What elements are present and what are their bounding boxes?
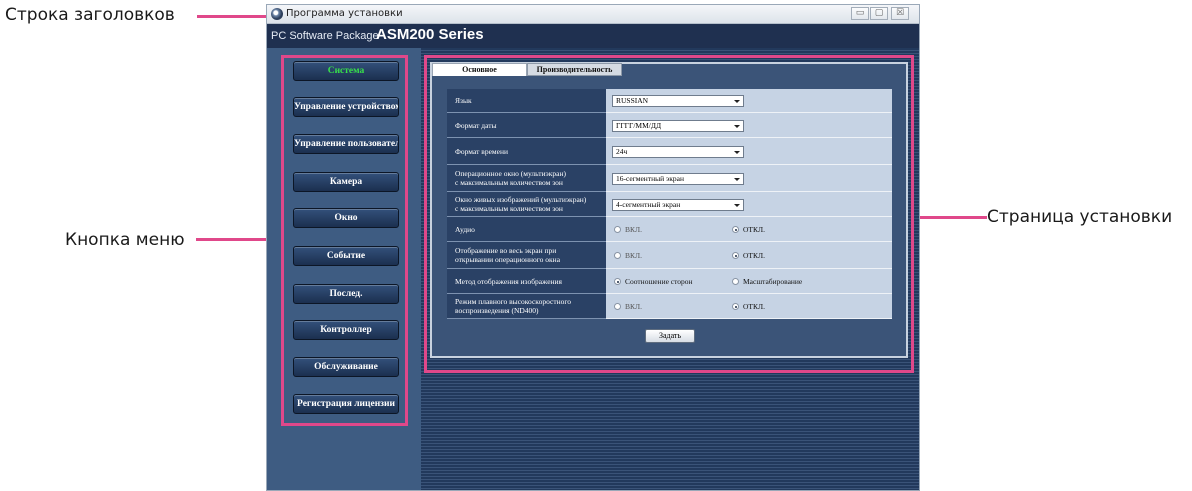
chevron-down-icon — [734, 178, 740, 181]
callout-line-title — [197, 15, 267, 18]
fullscreen-label: Отображение во весь экран при открывании … — [447, 242, 606, 269]
menu-button-window[interactable]: Окно — [293, 208, 399, 228]
callout-title-bar: Строка заголовков — [5, 5, 175, 25]
language-select[interactable]: RUSSIAN — [612, 95, 744, 107]
time-format-select[interactable]: 24ч — [612, 146, 744, 158]
minimize-button[interactable]: ▭ — [851, 7, 869, 20]
fullscreen-off-radio[interactable]: ОТКЛ. — [732, 251, 765, 260]
menu-button-controller[interactable]: Контроллер — [293, 320, 399, 340]
row-live-window: Окно живых изображений (мультиэкран) с ма… — [447, 192, 892, 217]
app-icon — [271, 8, 283, 20]
row-smooth-playback: Режим плавного высокоскоростного воспроиз… — [447, 294, 892, 319]
smooth-playback-label: Режим плавного высокоскоростного воспроиз… — [447, 294, 606, 319]
date-format-label: Формат даты — [447, 113, 606, 138]
row-date-format: Формат даты ГГГГ/ММ/ДД — [447, 113, 892, 138]
fullscreen-on-radio[interactable]: ВКЛ. — [614, 251, 642, 260]
close-button[interactable]: ☒ — [891, 7, 909, 20]
menu-button-license[interactable]: Регистрация лицензии — [293, 394, 399, 414]
operation-window-label: Операционное окно (мультиэкран) с максима… — [447, 165, 606, 192]
product-series: ASM200 Series — [376, 26, 484, 43]
audio-off-radio[interactable]: ОТКЛ. — [732, 225, 765, 234]
tab-basic[interactable]: Основное — [432, 63, 527, 76]
callout-line-settings — [914, 216, 987, 219]
menu-button-maintenance[interactable]: Обслуживание — [293, 357, 399, 377]
row-audio: Аудио ВКЛ. ОТКЛ. — [447, 217, 892, 242]
row-display-method: Метод отображения изображения Соотношени… — [447, 269, 892, 294]
menu-button-user-management[interactable]: Управление пользователем — [293, 134, 399, 154]
audio-on-radio[interactable]: ВКЛ. — [614, 225, 642, 234]
maximize-button[interactable]: ▢ — [870, 7, 888, 20]
smooth-playback-on-radio[interactable]: ВКЛ. — [614, 302, 642, 311]
row-operation-window: Операционное окно (мультиэкран) с максима… — [447, 165, 892, 192]
live-window-label: Окно живых изображений (мультиэкран) с ма… — [447, 192, 606, 217]
menu-button-system[interactable]: Система — [293, 61, 399, 81]
display-aspect-ratio-radio[interactable]: Соотношение сторон — [614, 277, 693, 286]
set-button[interactable]: Задать — [645, 329, 695, 343]
menu-button-event[interactable]: Событие — [293, 246, 399, 266]
product-label: PC Software Package — [271, 30, 379, 42]
callout-menu-button: Кнопка меню — [65, 230, 185, 250]
app-header: PC Software Package ASM200 Series — [267, 24, 919, 48]
date-format-select[interactable]: ГГГГ/ММ/ДД — [612, 120, 744, 132]
menu-button-device-management[interactable]: Управление устройством — [293, 97, 399, 117]
operation-window-select[interactable]: 16-сегментный экран — [612, 173, 744, 185]
callout-settings-page: Страница установки — [987, 207, 1173, 227]
chevron-down-icon — [734, 125, 740, 128]
row-fullscreen: Отображение во весь экран при открывании … — [447, 242, 892, 269]
chevron-down-icon — [734, 151, 740, 154]
screenshot: Строка заголовков Кнопка меню Страница у… — [0, 0, 1192, 491]
smooth-playback-off-radio[interactable]: ОТКЛ. — [732, 302, 765, 311]
title-bar[interactable]: Программа установки ▭ ▢ ☒ — [267, 5, 919, 24]
time-format-label: Формат времени — [447, 138, 606, 165]
language-label: Язык — [447, 89, 606, 113]
display-method-label: Метод отображения изображения — [447, 269, 606, 294]
menu-button-sequence[interactable]: Послед. — [293, 284, 399, 304]
audio-label: Аудио — [447, 217, 606, 242]
row-time-format: Формат времени 24ч — [447, 138, 892, 165]
live-window-select[interactable]: 4-сегментный экран — [612, 199, 744, 211]
chevron-down-icon — [734, 204, 740, 207]
tab-performance[interactable]: Производительность — [527, 63, 622, 76]
menu-button-camera[interactable]: Камера — [293, 172, 399, 192]
window-title: Программа установки — [286, 8, 403, 19]
chevron-down-icon — [734, 100, 740, 103]
display-scaling-radio[interactable]: Масштабирование — [732, 277, 802, 286]
row-language: Язык RUSSIAN — [447, 89, 892, 113]
